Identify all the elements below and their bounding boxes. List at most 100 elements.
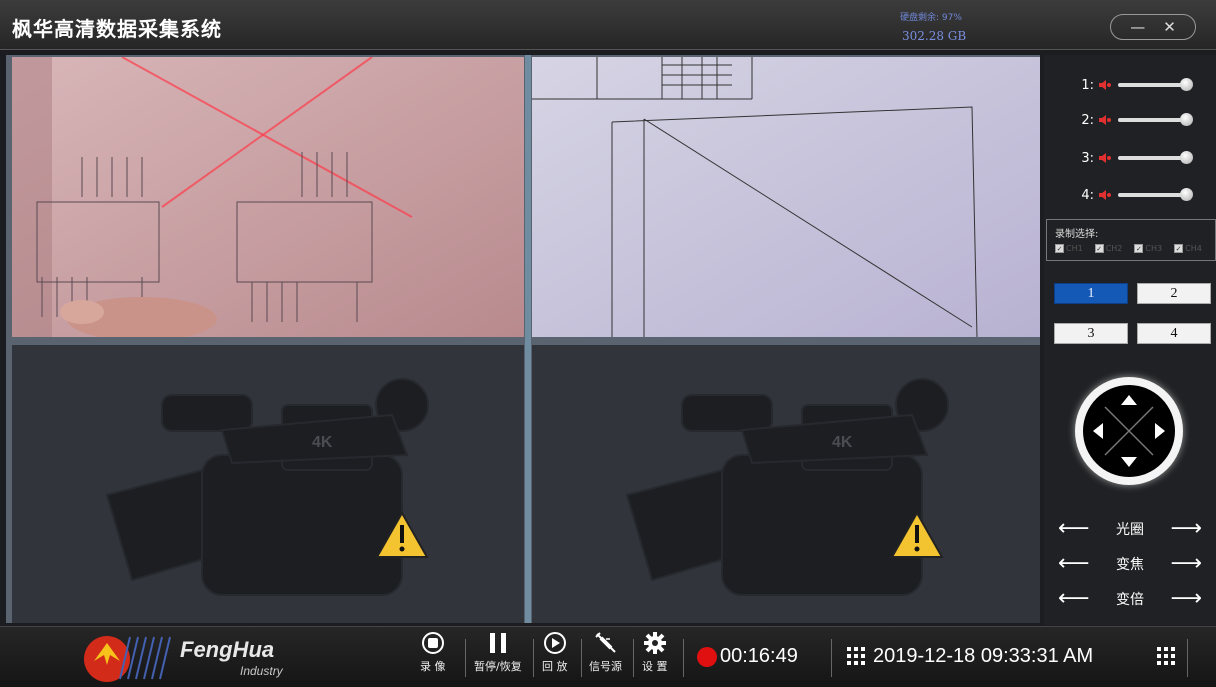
speaker-icon[interactable]	[1098, 189, 1112, 201]
volume-slider-4[interactable]	[1118, 188, 1193, 201]
layout-button-3[interactable]: 3	[1054, 323, 1128, 344]
layout-button-2[interactable]: 2	[1137, 283, 1211, 304]
slider-knob[interactable]	[1180, 188, 1193, 201]
pause-resume-label: 暂停/恢复	[474, 660, 522, 673]
volume-row-3: 3:	[1074, 149, 1204, 167]
record-label: 录 像	[420, 660, 446, 673]
disk-remaining-label: 硬盘剩余: 97%	[900, 13, 962, 23]
brand-name: FengHua	[180, 637, 274, 662]
play-icon	[543, 632, 566, 654]
volume-slider-1[interactable]	[1118, 78, 1193, 91]
volume-row-4: 4:	[1074, 186, 1204, 204]
video-grid: 4K 4K	[6, 55, 1040, 623]
minimize-button[interactable]: —	[1130, 18, 1145, 36]
focus-increase-arrow[interactable]: ⟶	[1170, 553, 1202, 575]
close-button[interactable]: ✕	[1163, 18, 1176, 36]
signal-source-button[interactable]: 信号源	[589, 631, 622, 674]
slider-knob[interactable]	[1180, 113, 1193, 126]
ptz-pad	[1083, 385, 1175, 477]
brand-subtitle: Industry	[240, 664, 284, 678]
iris-label: 光圈	[1116, 522, 1144, 538]
gear-icon	[643, 632, 666, 654]
recording-indicator	[697, 647, 717, 667]
video-feed-2	[532, 57, 1040, 337]
toolbar-divider	[533, 639, 534, 677]
fenghua-logo: FengHua Industry	[84, 636, 284, 682]
pause-resume-button[interactable]: 暂停/恢复	[474, 631, 522, 674]
arrow-left-icon	[1093, 423, 1103, 439]
volume-channel-label: 2:	[1081, 112, 1094, 128]
signal-source-label: 信号源	[589, 660, 622, 673]
control-panel: 1: 2: 3: 4: 录制选择: ✓ CH1 ✓ CH2 ✓ CH3 ✓ CH4 1 …	[1044, 55, 1216, 625]
iris-control: ⟵ 光圈 ⟶	[1058, 518, 1202, 540]
toolbar-divider	[581, 639, 582, 677]
record-checkbox-ch4[interactable]: ✓ CH4	[1174, 244, 1202, 253]
toolbar-divider	[831, 639, 832, 677]
focus-decrease-arrow[interactable]: ⟵	[1058, 553, 1090, 575]
focus-label: 变焦	[1116, 557, 1144, 573]
record-checkbox-ch1[interactable]: ✓ CH1	[1055, 244, 1083, 253]
layout-button-4[interactable]: 4	[1137, 323, 1211, 344]
speaker-icon[interactable]	[1098, 114, 1112, 126]
grid-divider	[525, 55, 531, 623]
zoom-label: 变倍	[1116, 592, 1144, 608]
zoom-increase-arrow[interactable]: ⟶	[1170, 588, 1202, 610]
video-pane-4[interactable]: 4K	[532, 345, 1040, 623]
slider-knob[interactable]	[1180, 78, 1193, 91]
record-button[interactable]: 录 像	[420, 631, 446, 674]
speaker-icon[interactable]	[1098, 152, 1112, 164]
volume-channel-label: 1:	[1081, 77, 1094, 93]
title-bar: 枫华高清数据采集系统 硬盘剩余: 97% 302.28 GB — ✕	[0, 0, 1216, 50]
iris-increase-arrow[interactable]: ⟶	[1170, 518, 1202, 540]
volume-slider-2[interactable]	[1118, 113, 1193, 126]
ptz-direction-icon	[1093, 395, 1165, 467]
volume-channel-label: 4:	[1081, 187, 1094, 203]
settings-button[interactable]: 设 置	[642, 631, 668, 674]
signal-cable-icon	[594, 632, 616, 653]
video-pane-2[interactable]	[532, 57, 1040, 337]
playback-label: 回 放	[542, 660, 568, 673]
volume-channel-label: 3:	[1081, 150, 1094, 166]
toolbar-divider	[633, 639, 634, 677]
toolbar-divider	[1187, 639, 1188, 677]
focus-control: ⟵ 变焦 ⟶	[1058, 553, 1202, 575]
layout-button-1[interactable]: 1	[1054, 283, 1128, 304]
arrow-down-icon	[1121, 457, 1137, 467]
grid-icon	[847, 647, 865, 665]
ptz-joystick[interactable]	[1075, 377, 1183, 485]
playback-button[interactable]: 回 放	[542, 631, 568, 674]
arrow-right-icon	[1155, 423, 1165, 439]
iris-decrease-arrow[interactable]: ⟵	[1058, 518, 1090, 540]
video-pane-3[interactable]: 4K	[12, 345, 524, 623]
zoom-decrease-arrow[interactable]: ⟵	[1058, 588, 1090, 610]
recording-timer: 00:16:49	[720, 645, 798, 667]
record-channel-checkboxes: ✓ CH1 ✓ CH2 ✓ CH3 ✓ CH4	[1055, 244, 1202, 253]
volume-slider-3[interactable]	[1118, 151, 1193, 164]
current-datetime: 2019-12-18 09:33:31 AM	[873, 645, 1094, 667]
toolbar-divider	[465, 639, 466, 677]
camera-icon: 4K	[105, 378, 429, 596]
toolbar-divider	[683, 639, 684, 677]
grid-icon	[1157, 647, 1175, 665]
video-feed-1	[12, 57, 524, 337]
record-select-label: 录制选择:	[1055, 229, 1099, 240]
record-checkbox-ch3[interactable]: ✓ CH3	[1134, 244, 1162, 253]
bottom-toolbar: FengHua Industry 录 像 暂停/恢复 回 放 信号源 设 置 0…	[0, 626, 1216, 687]
camera-icon: 4K	[625, 378, 949, 596]
svg-text:4K: 4K	[832, 434, 853, 451]
volume-row-1: 1:	[1074, 76, 1204, 94]
arrow-up-icon	[1121, 395, 1137, 405]
volume-row-2: 2:	[1074, 111, 1204, 129]
svg-text:4K: 4K	[312, 434, 333, 451]
pause-icon	[489, 633, 506, 653]
record-icon	[421, 632, 444, 654]
speaker-icon[interactable]	[1098, 79, 1112, 91]
zoom-control: ⟵ 变倍 ⟶	[1058, 588, 1202, 610]
record-checkbox-ch2[interactable]: ✓ CH2	[1094, 244, 1122, 253]
video-pane-1[interactable]	[12, 57, 524, 337]
settings-label: 设 置	[642, 660, 668, 673]
disk-remaining-value: 302.28 GB	[902, 29, 967, 43]
record-select-box: 录制选择: ✓ CH1 ✓ CH2 ✓ CH3 ✓ CH4	[1046, 219, 1216, 261]
slider-knob[interactable]	[1180, 151, 1193, 164]
window-controls: — ✕	[1110, 14, 1196, 40]
